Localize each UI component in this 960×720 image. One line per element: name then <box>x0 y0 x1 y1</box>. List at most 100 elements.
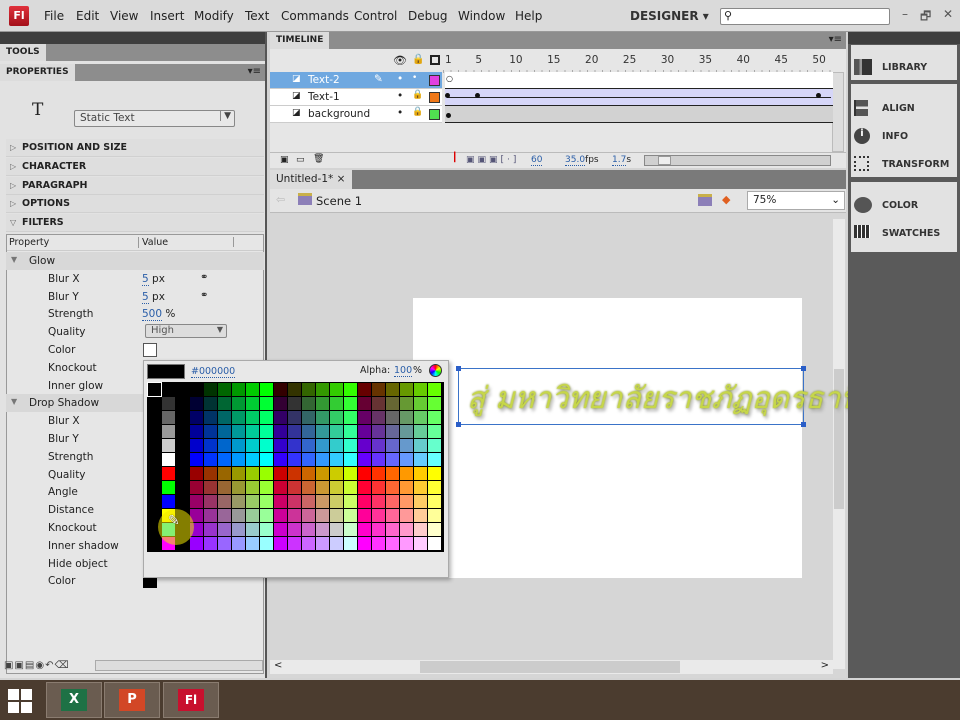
color-swatch[interactable] <box>400 537 413 550</box>
color-swatch[interactable] <box>218 397 231 410</box>
color-swatch[interactable] <box>302 467 315 480</box>
color-swatch[interactable] <box>330 523 343 536</box>
frame-row[interactable]: ○ <box>445 72 833 89</box>
filter-glow[interactable]: ▼ Glow <box>6 252 264 270</box>
minimize-button[interactable]: – <box>902 7 908 21</box>
color-swatch[interactable] <box>302 509 315 522</box>
color-swatch[interactable] <box>162 411 175 424</box>
color-swatch[interactable] <box>246 439 259 452</box>
color-swatch[interactable] <box>260 495 273 508</box>
color-swatch[interactable] <box>386 509 399 522</box>
value-number[interactable]: 500 <box>142 308 163 322</box>
section-options[interactable]: ▷ OPTIONS <box>6 195 264 213</box>
color-swatch[interactable] <box>148 439 161 452</box>
time-value[interactable]: 1.7 <box>612 155 627 166</box>
layer-row[interactable]: ◪ background • 🔒 <box>270 106 442 123</box>
color-swatch[interactable] <box>358 439 371 452</box>
eye-icon[interactable]: 👁 <box>393 54 407 67</box>
color-swatch[interactable] <box>428 383 441 396</box>
color-swatch[interactable] <box>330 495 343 508</box>
trash-icon[interactable]: 🗑 <box>313 154 324 164</box>
color-swatch[interactable] <box>176 439 189 452</box>
color-swatch[interactable] <box>302 425 315 438</box>
color-swatch[interactable] <box>330 453 343 466</box>
color-swatch[interactable] <box>386 481 399 494</box>
link-icon[interactable]: ⚭ <box>200 290 208 301</box>
scene-name[interactable]: Scene 1 <box>316 194 362 208</box>
color-swatch[interactable] <box>302 411 315 424</box>
color-swatch[interactable] <box>302 495 315 508</box>
timeline-vscrollbar[interactable] <box>832 72 844 152</box>
layer-color-box[interactable] <box>429 109 440 120</box>
color-swatch[interactable] <box>400 411 413 424</box>
color-swatch[interactable] <box>218 495 231 508</box>
color-swatch[interactable] <box>260 425 273 438</box>
color-swatch[interactable] <box>330 425 343 438</box>
property-value[interactable]: 5 px <box>142 272 165 286</box>
color-swatch[interactable] <box>190 397 203 410</box>
color-swatch[interactable] <box>218 411 231 424</box>
close-tab-icon[interactable]: × <box>337 173 346 185</box>
keyframe[interactable] <box>446 113 451 118</box>
color-swatch[interactable] <box>190 481 203 494</box>
menu-view[interactable]: View <box>110 9 138 23</box>
color-swatch[interactable] <box>218 481 231 494</box>
onion-skin-icons[interactable]: ▣▣▣[·] <box>466 155 519 165</box>
color-swatch[interactable] <box>288 411 301 424</box>
color-swatch[interactable] <box>260 439 273 452</box>
color-swatch[interactable] <box>232 439 245 452</box>
color-swatch[interactable] <box>190 425 203 438</box>
color-swatch[interactable] <box>386 411 399 424</box>
color-swatch[interactable] <box>232 467 245 480</box>
color-swatch[interactable] <box>358 509 371 522</box>
color-swatch[interactable] <box>147 382 162 397</box>
color-swatch[interactable] <box>260 523 273 536</box>
new-folder-icon[interactable]: ▭ <box>296 155 305 165</box>
timeline-hscrollbar[interactable] <box>644 155 831 166</box>
panel-menu-icon[interactable]: ▾≡ <box>248 66 261 77</box>
new-layer-icon[interactable]: ▣ <box>280 155 289 165</box>
frame-row[interactable] <box>445 89 833 106</box>
layer-color-box[interactable] <box>429 92 440 103</box>
section-position-and-size[interactable]: ▷ POSITION AND SIZE <box>6 139 264 157</box>
fps-value[interactable]: 35.0 <box>565 155 586 166</box>
color-swatch[interactable] <box>358 453 371 466</box>
color-swatch[interactable] <box>246 495 259 508</box>
color-swatch[interactable] <box>358 411 371 424</box>
workspace-switcher[interactable]: DESIGNER ▾ <box>630 9 709 23</box>
search-input[interactable]: ⚲ <box>720 8 890 25</box>
panel-collapse-strip[interactable] <box>0 32 265 44</box>
color-swatch[interactable] <box>288 383 301 396</box>
color-swatch[interactable] <box>400 383 413 396</box>
color-swatch[interactable] <box>232 481 245 494</box>
color-swatch[interactable] <box>316 537 329 550</box>
color-swatch[interactable] <box>190 453 203 466</box>
color-swatch[interactable] <box>302 383 315 396</box>
color-swatch[interactable] <box>176 411 189 424</box>
color-swatch[interactable] <box>246 481 259 494</box>
color-swatch[interactable] <box>204 425 217 438</box>
menu-debug[interactable]: Debug <box>408 9 447 23</box>
filter-toolbar[interactable]: ▣▣▤◉↶⌫ <box>4 660 84 671</box>
color-swatch[interactable] <box>344 411 357 424</box>
color-swatch[interactable] <box>316 523 329 536</box>
color-swatch[interactable] <box>204 453 217 466</box>
color-swatch[interactable] <box>414 439 427 452</box>
color-swatch[interactable] <box>232 523 245 536</box>
color-swatch[interactable] <box>316 495 329 508</box>
color-swatch[interactable] <box>316 453 329 466</box>
color-swatch[interactable] <box>232 453 245 466</box>
color-swatch[interactable] <box>358 467 371 480</box>
color-swatch[interactable] <box>414 383 427 396</box>
color-swatch[interactable] <box>246 509 259 522</box>
color-swatch[interactable] <box>190 411 203 424</box>
color-swatch[interactable] <box>372 495 385 508</box>
color-swatch[interactable] <box>358 537 371 550</box>
color-swatch[interactable] <box>218 425 231 438</box>
menu-file[interactable]: File <box>44 9 64 23</box>
color-swatch[interactable] <box>400 439 413 452</box>
color-swatch[interactable] <box>344 397 357 410</box>
color-swatch[interactable] <box>288 523 301 536</box>
color-swatch[interactable] <box>204 509 217 522</box>
color-swatch[interactable] <box>386 439 399 452</box>
